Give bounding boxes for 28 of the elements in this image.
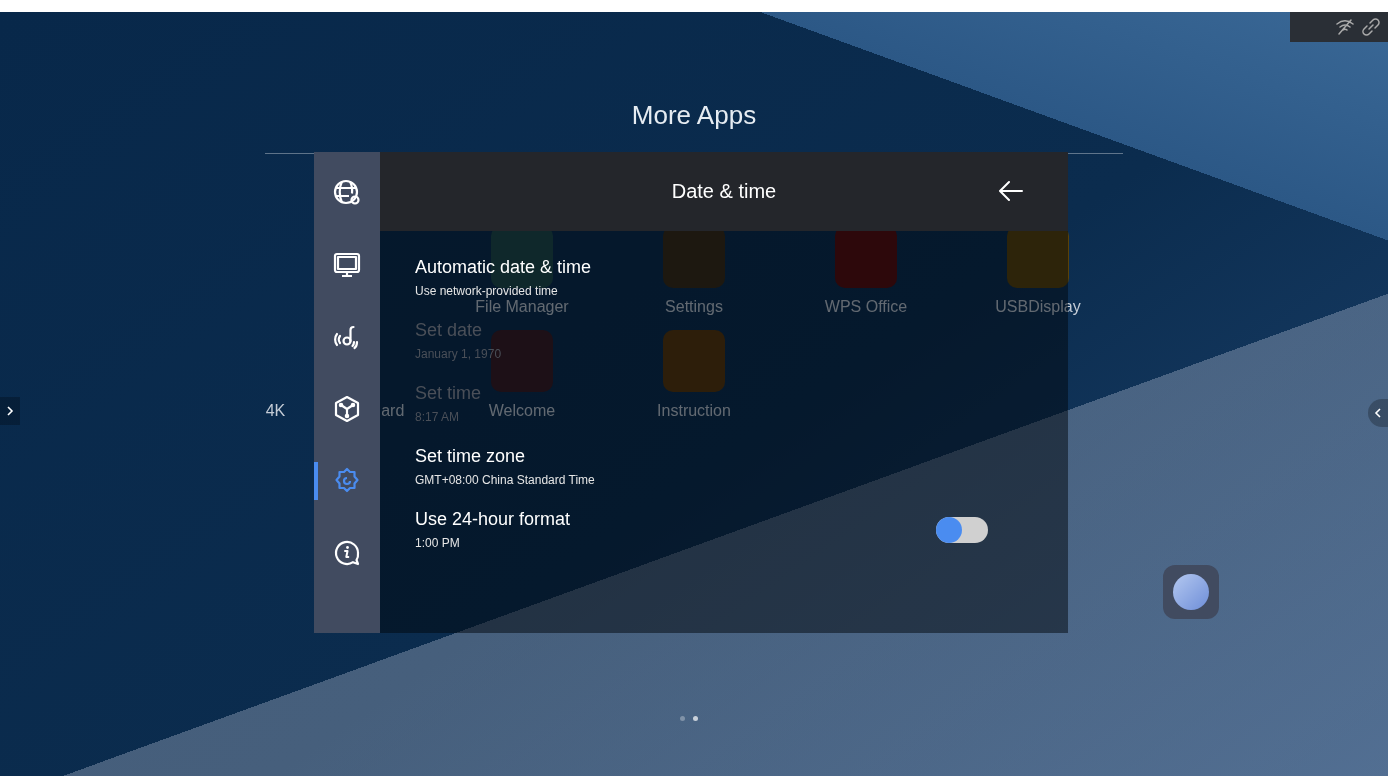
link-icon: [1362, 18, 1380, 36]
app-label: Settings: [665, 298, 723, 316]
setting-title[interactable]: Set time zone: [415, 446, 1068, 467]
app-label: WPS Office: [824, 298, 908, 316]
app-label: ard: [381, 402, 405, 420]
setting-summary: GMT+08:00 China Standard Time: [415, 473, 596, 487]
page-dot[interactable]: [693, 716, 698, 721]
setting-summary: 1:00 PM: [415, 536, 461, 550]
info-bubble-icon: [332, 538, 362, 568]
setting-summary: Use network-provided time: [415, 284, 559, 298]
app-label: USBDisplay: [995, 298, 1081, 316]
dialog-title: Date & time: [671, 180, 777, 203]
monitor-icon: [332, 250, 362, 280]
expand-right-handle[interactable]: [1368, 399, 1388, 427]
toggle-switch[interactable]: [936, 516, 988, 543]
setting-title[interactable]: Automatic date & time: [415, 257, 1068, 278]
app-label: Instruction: [657, 402, 731, 420]
setting-title[interactable]: Use 24-hour format: [415, 509, 936, 530]
cube-icon: [332, 394, 362, 424]
app-label: 4K: [265, 402, 286, 420]
page-title: More Apps: [631, 100, 757, 131]
app-label: Welcome: [488, 402, 556, 420]
page-dot[interactable]: [680, 716, 685, 721]
wifi-off-icon: [1336, 19, 1354, 35]
floating-assist-button[interactable]: [1163, 565, 1219, 619]
app-label: File Manager: [475, 298, 569, 316]
expand-left-handle[interactable]: [0, 397, 20, 425]
setting-summary: January 1, 1970: [415, 347, 503, 361]
